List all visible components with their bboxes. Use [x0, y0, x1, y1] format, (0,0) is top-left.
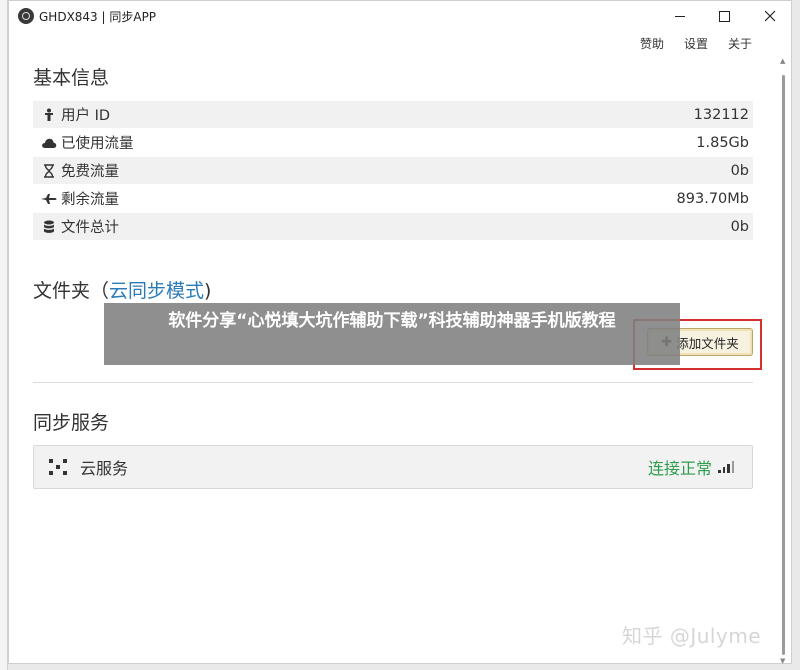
- hourglass-icon: [33, 163, 59, 178]
- section-divider: [33, 382, 753, 383]
- folders-heading-text: 文件夹: [33, 280, 91, 302]
- sync-service-heading: 同步服务: [33, 412, 110, 434]
- info-row-remaining-traffic: 剩余流量 893.70Mb: [33, 185, 753, 213]
- info-label: 用户 ID: [61, 108, 111, 124]
- info-row-user-id: 用户 ID 132112: [33, 101, 753, 129]
- info-row-used-traffic: 已使用流量 1.85Gb: [33, 129, 753, 157]
- info-label: 免费流量: [61, 164, 119, 180]
- menu-about[interactable]: 关于: [728, 35, 752, 52]
- scroll-down-icon[interactable]: ▼: [780, 657, 785, 665]
- info-value: 132112: [693, 106, 749, 123]
- info-value: 893.70Mb: [676, 190, 749, 207]
- info-label: 文件总计: [61, 220, 119, 236]
- menu-donate[interactable]: 赞助: [640, 35, 664, 52]
- folders-paren-close: ): [204, 280, 212, 302]
- app-logo-icon: [18, 8, 34, 24]
- basic-info-heading: 基本信息: [33, 67, 110, 89]
- basic-info-table: 用户 ID 132112 已使用流量 1.85Gb 免费流量 0b 剩余流量 8…: [33, 101, 753, 241]
- info-row-total-files: 文件总计 0b: [33, 213, 753, 241]
- network-nodes-icon: [48, 457, 68, 477]
- scroll-up-icon[interactable]: ▲: [780, 57, 785, 65]
- menu-settings[interactable]: 设置: [684, 35, 708, 52]
- info-value: 0b: [730, 218, 749, 235]
- window-title: GHDX843 | 同步APP: [39, 10, 157, 24]
- overlay-banner: 软件分享“心悦填大坑作辅助下载”科技辅助神器手机版教程: [104, 303, 680, 365]
- vertical-scrollbar[interactable]: ▲ ▼: [779, 31, 789, 665]
- database-icon: [33, 220, 59, 234]
- close-icon: [764, 10, 775, 22]
- scroll-thumb[interactable]: [782, 75, 785, 655]
- folders-heading: 文件夹（云同步模式): [33, 276, 211, 303]
- info-row-free-traffic: 免费流量 0b: [33, 157, 753, 185]
- maximize-button[interactable]: [702, 1, 747, 31]
- close-button[interactable]: [747, 1, 792, 31]
- person-icon: [33, 108, 59, 122]
- add-folder-label: 添加文件夹: [676, 335, 739, 351]
- cloud-sync-mode-link[interactable]: 云同步模式: [109, 280, 204, 302]
- zhihu-watermark: 知乎 @Julyme: [622, 624, 762, 648]
- cloud-icon: [33, 137, 59, 149]
- signal-strength-icon: [718, 461, 734, 473]
- background-window-edge: [0, 0, 8, 670]
- info-label: 已使用流量: [61, 136, 134, 152]
- info-value: 0b: [730, 162, 749, 179]
- minimize-button[interactable]: [657, 1, 702, 31]
- plane-icon: [33, 193, 59, 205]
- cloud-service-panel[interactable]: 云服务 连接正常: [33, 445, 753, 489]
- folders-paren-open: （: [90, 280, 110, 302]
- info-label: 剩余流量: [61, 192, 119, 208]
- info-value: 1.85Gb: [696, 134, 749, 151]
- service-name: 云服务: [80, 459, 129, 478]
- connection-status: 连接正常: [647, 459, 712, 478]
- title-bar[interactable]: GHDX843 | 同步APP: [9, 1, 791, 31]
